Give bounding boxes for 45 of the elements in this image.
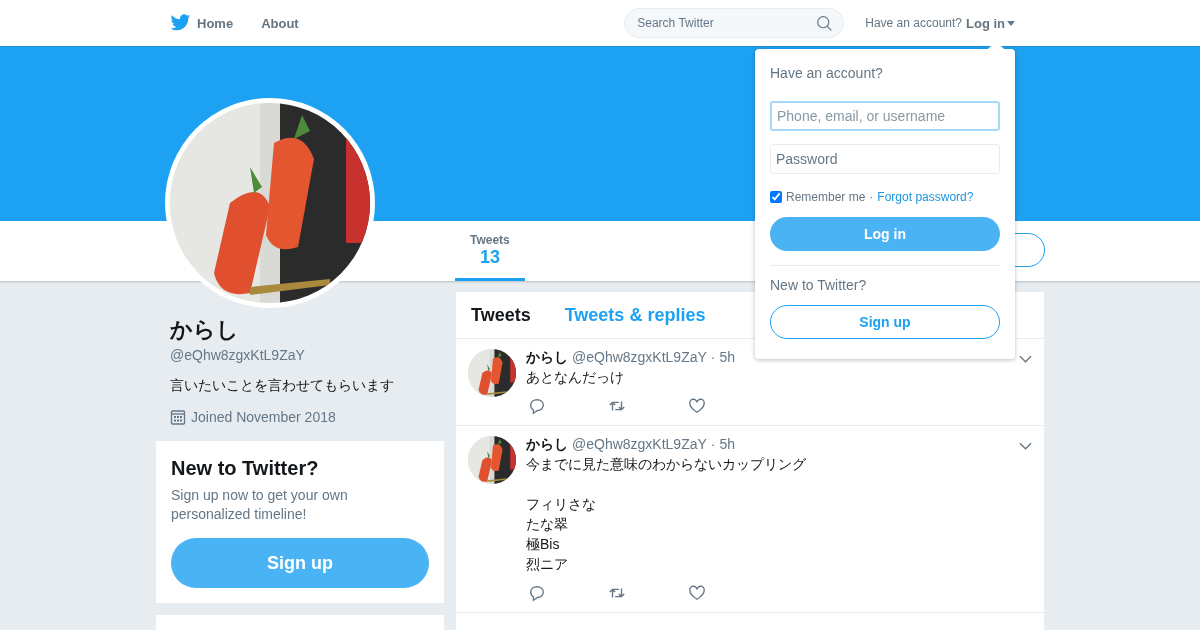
password-field[interactable]: Password <box>770 144 1000 174</box>
tweet-text: あとなんだっけ <box>526 368 624 387</box>
tweet-text: 今までに見た意味のわからないカップリング <box>526 455 806 474</box>
author-handle[interactable]: @eQhw8zgxKtL9ZaY <box>572 349 707 365</box>
card-title: New to Twitter? <box>171 457 320 480</box>
calendar-icon <box>170 409 186 425</box>
profile-handle: @eQhw8zgxKtL9ZaY <box>169 346 306 363</box>
nav-link[interactable]: About <box>261 15 299 31</box>
search-field[interactable]: Search Twitter <box>624 8 845 38</box>
forgot-password-link[interactable]: Forgot password? <box>877 190 974 204</box>
timeline-tab[interactable]: Tweets <box>471 304 531 326</box>
remember-label: Remember me <box>786 190 866 204</box>
separator-dot: · <box>869 190 874 204</box>
profile-bio: 言いたいことを言わせてもらいます <box>169 376 395 395</box>
author-name[interactable]: からし <box>526 349 568 367</box>
bird-icon <box>170 14 191 32</box>
remember-checkbox[interactable] <box>770 191 782 203</box>
stat-tab[interactable]: Tweets 13 <box>455 221 525 281</box>
tweet-text: たな翠 <box>526 515 568 534</box>
joined-date: Joined November 2018 <box>191 409 336 425</box>
signup-prompt: New to Twitter? <box>770 277 868 293</box>
signup-button[interactable]: Sign up <box>770 305 1000 339</box>
author-name[interactable]: からし <box>526 436 568 454</box>
tweet-text: 烈ニア <box>526 555 568 574</box>
author-handle[interactable]: @eQhw8zgxKtL9ZaY <box>572 436 707 452</box>
caret-icon <box>1007 20 1015 26</box>
heart-icon[interactable] <box>688 584 706 602</box>
search-icon <box>816 15 834 32</box>
tweet-time[interactable]: · 5h <box>710 349 735 365</box>
username-field[interactable]: Phone, email, or username <box>770 101 1000 131</box>
reply-icon[interactable] <box>528 397 546 415</box>
login-menu[interactable]: Log in <box>966 15 1015 31</box>
chevron-down-icon[interactable] <box>1019 442 1032 450</box>
dropdown-title: Have an account? <box>770 65 884 81</box>
nav-link[interactable]: Home <box>170 14 234 32</box>
heart-icon[interactable] <box>688 397 706 415</box>
tweet-text: 極Bis <box>526 535 560 554</box>
tweet-time[interactable]: · 5h <box>710 436 735 452</box>
reply-icon[interactable] <box>528 584 546 602</box>
tweet-text: フィリさな <box>526 495 596 514</box>
timeline-tab[interactable]: Tweets & replies <box>564 304 706 326</box>
card-text: Sign up now to get your own personalized timeline! <box>171 486 349 524</box>
account-prompt: Have an account? <box>865 16 962 30</box>
chevron-down-icon[interactable] <box>1019 355 1032 363</box>
profile-name: からし <box>169 316 240 344</box>
